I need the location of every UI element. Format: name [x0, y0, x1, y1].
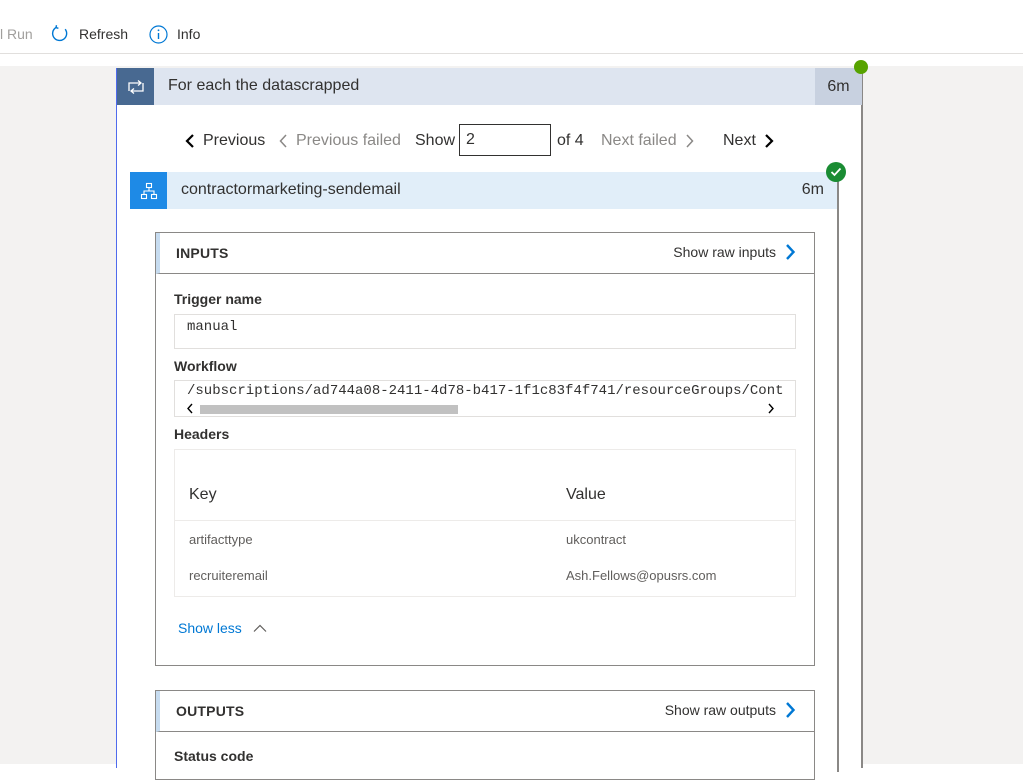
- workflow-field: /subscriptions/ad744a08-2411-4d78-b417-1…: [174, 380, 796, 417]
- header-value-cell: Ash.Fellows@opusrs.com: [566, 568, 717, 583]
- chevron-right-icon: [765, 134, 774, 148]
- foreach-loop-icon: [117, 68, 154, 105]
- header-key-cell: artifacttype: [189, 532, 253, 547]
- previous-button[interactable]: Previous: [183, 130, 265, 152]
- next-failed-label: Next failed: [601, 132, 677, 149]
- trigger-name-value: manual: [187, 319, 238, 335]
- show-raw-inputs-link[interactable]: Show raw inputs: [673, 243, 796, 261]
- chevron-right-icon: [786, 702, 796, 718]
- workflow-action-icon: [130, 172, 167, 209]
- foreach-status-icon: [854, 60, 868, 74]
- trigger-name-label: Trigger name: [174, 291, 262, 307]
- show-less-link[interactable]: Show less: [178, 620, 268, 636]
- info-button[interactable]: Info: [149, 24, 200, 44]
- check-circle-icon: [826, 162, 846, 182]
- column-header-value: Value: [566, 486, 606, 503]
- refresh-button-label: Refresh: [79, 26, 129, 42]
- previous-failed-label: Previous failed: [296, 132, 401, 149]
- outputs-title: OUTPUTS: [176, 703, 245, 719]
- chevron-left-icon: [185, 134, 194, 148]
- status-code-label: Status code: [174, 748, 254, 764]
- refresh-icon: [50, 24, 70, 44]
- foreach-header[interactable]: For each the datascrapped 6m: [117, 60, 868, 105]
- page-total-label: of 4: [557, 132, 584, 149]
- show-raw-outputs-label: Show raw outputs: [664, 702, 776, 718]
- scroll-right-arrow-icon: [768, 403, 774, 414]
- run-button-label: l Run: [0, 26, 33, 42]
- header-value-cell: ukcontract: [566, 532, 626, 547]
- previous-failed-button[interactable]: Previous failed: [277, 130, 401, 152]
- info-button-label: Info: [177, 26, 201, 42]
- action-duration: 6m: [801, 181, 824, 198]
- next-failed-button[interactable]: Next failed: [601, 130, 696, 152]
- inputs-section-header: INPUTS Show raw inputs: [156, 233, 814, 274]
- headers-table: Key Value artifacttype ukcontract recrui…: [174, 449, 796, 597]
- refresh-button[interactable]: Refresh: [50, 24, 128, 44]
- outputs-section-header: OUTPUTS Show raw outputs: [156, 691, 814, 732]
- column-header-key: Key: [189, 486, 217, 503]
- outputs-section: OUTPUTS Show raw outputs Status code: [155, 690, 815, 780]
- action-title: contractormarketing-sendemail: [181, 181, 401, 198]
- run-button[interactable]: l Run: [0, 24, 33, 44]
- next-label: Next: [723, 132, 756, 149]
- command-bar: l Run Refresh Info: [0, 0, 1023, 54]
- show-label: Show: [415, 132, 456, 149]
- show-less-label: Show less: [178, 620, 242, 636]
- workflow-horizontal-scrollbar[interactable]: [176, 401, 795, 414]
- header-key-cell: recruiteremail: [189, 568, 268, 583]
- inputs-section: INPUTS Show raw inputs Trigger name manu…: [155, 232, 815, 666]
- previous-label: Previous: [203, 132, 266, 149]
- action-header[interactable]: contractormarketing-sendemail 6m: [130, 172, 837, 209]
- show-raw-inputs-label: Show raw inputs: [673, 244, 776, 260]
- workflow-value: /subscriptions/ad744a08-2411-4d78-b417-1…: [187, 383, 784, 399]
- scroll-left-arrow-icon: [187, 403, 193, 414]
- chevron-up-icon: [253, 624, 267, 632]
- headers-label: Headers: [174, 426, 230, 442]
- chevron-left-icon: [279, 134, 287, 148]
- foreach-duration: 6m: [815, 68, 862, 105]
- chevron-right-icon: [686, 134, 694, 148]
- foreach-title: For each the datascrapped: [168, 77, 360, 94]
- info-icon: [149, 24, 168, 44]
- page-number-input[interactable]: [459, 124, 551, 156]
- chevron-right-icon: [786, 244, 796, 260]
- workflow-label: Workflow: [174, 358, 237, 374]
- next-button[interactable]: Next: [723, 130, 776, 152]
- scrollbar-thumb[interactable]: [200, 405, 458, 414]
- show-raw-outputs-link[interactable]: Show raw outputs: [665, 701, 796, 719]
- inputs-title: INPUTS: [176, 245, 229, 261]
- trigger-name-field: manual: [174, 314, 796, 349]
- headers-table-header: Key Value: [175, 450, 795, 521]
